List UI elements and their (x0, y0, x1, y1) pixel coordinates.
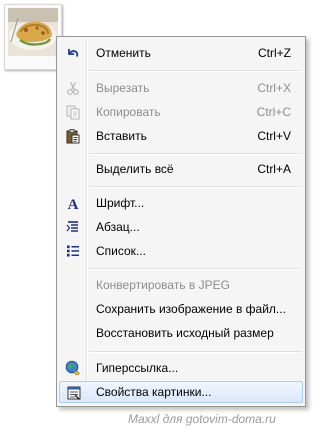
menu-item-label: Восстановить исходный размер (96, 326, 274, 340)
menu-item-paste[interactable]: Вставить Ctrl+V (59, 125, 303, 147)
menu-item-shortcut: Ctrl+C (256, 105, 291, 119)
menu-item-image-properties[interactable]: Свойства картинки... (59, 381, 303, 403)
image-thumbnail[interactable] (4, 4, 62, 70)
menu-item-shortcut: Ctrl+Z (258, 46, 291, 60)
menu-item-copy[interactable]: Копировать Ctrl+C (59, 101, 303, 123)
globe-link-icon (65, 360, 80, 376)
clipboard-icon (66, 129, 80, 144)
copy-icon (66, 105, 80, 120)
menu-item-cut[interactable]: Вырезать Ctrl+X (59, 77, 303, 99)
menu-item-label: Гиперссылка... (96, 361, 179, 375)
paragraph-icon (66, 221, 78, 232)
menu-item-convert-jpeg[interactable]: Конвертировать в JPEG (59, 274, 303, 296)
menu-item-hyperlink[interactable]: Гиперссылка... (59, 357, 303, 379)
menu-separator (89, 70, 301, 72)
menu-item-shortcut: Ctrl+V (257, 129, 291, 143)
menu-item-label: Выделить всё (96, 162, 174, 176)
menu-item-label: Сохранить изображение в файл... (96, 302, 286, 316)
menu-item-label: Отменить (96, 46, 151, 60)
menu-item-shortcut: Ctrl+A (257, 162, 291, 176)
properties-icon (67, 386, 81, 400)
menu-item-label: Конвертировать в JPEG (96, 278, 230, 292)
menu-item-label: Абзац... (96, 220, 140, 234)
menu-item-save-image[interactable]: Сохранить изображение в файл... (59, 298, 303, 320)
menu-item-font[interactable]: A Шрифт... (59, 192, 303, 214)
scissors-icon (67, 81, 79, 95)
menu-separator (89, 351, 301, 353)
svg-text:A: A (68, 197, 79, 211)
menu-item-label: Вырезать (96, 81, 150, 95)
menu-separator (89, 153, 301, 155)
menu-item-shortcut: Ctrl+X (257, 81, 291, 95)
context-menu: Отменить Ctrl+Z Вырезать Ctrl+X Копирова… (56, 36, 306, 407)
bullet-list-icon (67, 245, 79, 257)
menu-item-label: Шрифт... (96, 196, 145, 210)
menu-item-paragraph[interactable]: Абзац... (59, 216, 303, 238)
menu-item-label: Вставить (96, 129, 147, 143)
menu-item-label: Список... (96, 244, 146, 258)
menu-separator (89, 186, 301, 188)
food-photo (8, 8, 58, 56)
menu-item-select-all[interactable]: Выделить всё Ctrl+A (59, 158, 303, 180)
menu-item-undo[interactable]: Отменить Ctrl+Z (59, 42, 303, 64)
menu-item-list[interactable]: Список... (59, 240, 303, 262)
menu-separator (89, 268, 301, 270)
menu-item-label: Копировать (96, 105, 161, 119)
font-a-icon: A (68, 197, 79, 211)
undo-arrow-icon (68, 49, 79, 57)
menu-item-restore-size[interactable]: Восстановить исходный размер (59, 322, 303, 344)
watermark-text: Maxxl для gotovim-doma.ru (128, 412, 276, 426)
menu-item-label: Свойства картинки... (96, 385, 212, 399)
